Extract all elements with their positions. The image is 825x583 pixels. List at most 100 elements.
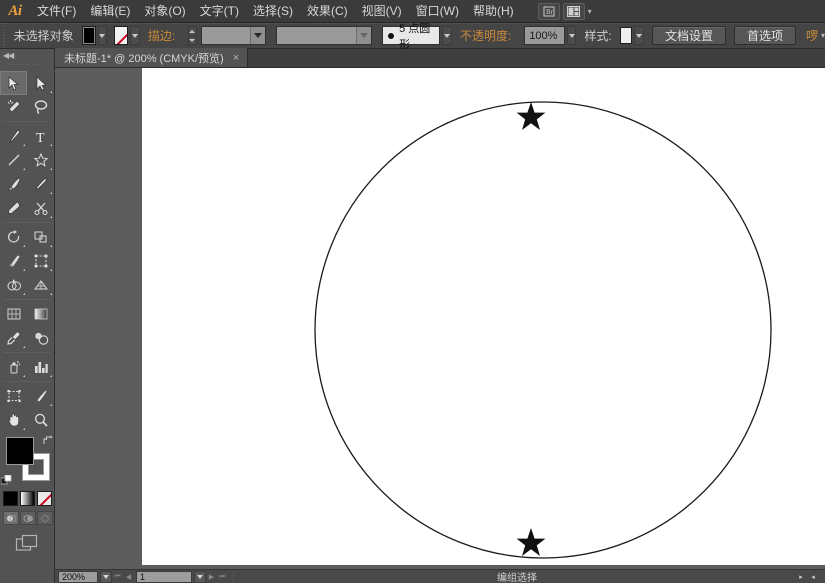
zoom-tool[interactable] — [27, 408, 54, 432]
close-icon[interactable]: × — [233, 52, 239, 64]
fill-swatch[interactable] — [81, 26, 96, 45]
free-transform-tool[interactable] — [27, 249, 54, 273]
fill-color-indicator[interactable] — [6, 437, 34, 465]
document-tab-bar: 未标题-1* @ 200% (CMYK/预览) × — [55, 48, 825, 68]
app-logo: Ai — [8, 2, 22, 19]
brush-preview-icon — [388, 32, 395, 39]
lasso-tool[interactable] — [27, 95, 54, 119]
swap-fill-stroke-icon[interactable] — [42, 435, 53, 446]
status-menu-caret-icon[interactable]: ▸ — [795, 571, 807, 583]
toolbox-grip[interactable] — [8, 62, 46, 68]
magic-wand-tool[interactable] — [0, 95, 27, 119]
artboard-number-input[interactable]: 1 — [136, 570, 192, 583]
zoom-level-input[interactable]: 200% — [58, 570, 98, 583]
menu-select[interactable]: 选择(S) — [246, 0, 300, 23]
menu-effect[interactable]: 效果(C) — [300, 0, 355, 23]
line-segment-tool[interactable] — [0, 148, 27, 172]
opacity-label[interactable]: 不透明度: — [452, 27, 519, 44]
document-tab-title: 未标题-1* @ 200% (CMYK/预览) — [64, 52, 224, 65]
document-tab[interactable]: 未标题-1* @ 200% (CMYK/预览) × — [55, 48, 249, 67]
pen-tool[interactable] — [0, 124, 27, 148]
zoom-level-dropdown[interactable] — [100, 570, 112, 583]
perspective-grid-tool[interactable] — [27, 273, 54, 297]
toolbox-divider — [4, 381, 51, 382]
menu-file[interactable]: 文件(F) — [30, 0, 83, 23]
toolbox-panel: ◀◀ T — [0, 49, 55, 583]
control-bar-overflow-caret-icon[interactable]: ▾ — [821, 31, 825, 40]
stroke-swatch[interactable] — [114, 26, 129, 45]
stroke-weight-caret-icon[interactable] — [249, 27, 265, 44]
paintbrush-tool[interactable] — [0, 172, 27, 196]
blend-tool[interactable] — [27, 326, 54, 350]
artboard-tool[interactable] — [0, 384, 27, 408]
menu-object[interactable]: 对象(O) — [137, 0, 192, 23]
gradient-tool[interactable] — [27, 302, 54, 326]
reflect-scale-tool[interactable] — [27, 225, 54, 249]
graphic-style-dropdown[interactable] — [634, 26, 644, 45]
menu-help[interactable]: 帮助(H) — [466, 0, 521, 23]
brush-dropdown[interactable] — [442, 26, 452, 45]
next-artboard-icon[interactable]: ▶ — [206, 571, 217, 583]
column-graph-tool[interactable] — [27, 355, 54, 379]
draw-behind-mode[interactable] — [19, 511, 36, 525]
stroke-weight-label[interactable]: 描边: — [140, 27, 183, 44]
pencil-tool[interactable] — [27, 172, 54, 196]
stroke-profile-combo[interactable] — [275, 26, 373, 45]
style-label: 样式: — [584, 29, 612, 43]
menu-type[interactable]: 文字(T) — [193, 0, 246, 23]
menu-edit[interactable]: 编辑(E) — [83, 0, 137, 23]
type-tool[interactable]: T — [27, 124, 54, 148]
last-artboard-icon[interactable]: ⏭ — [217, 571, 228, 583]
svg-text:Br: Br — [546, 8, 554, 16]
default-fill-stroke-icon[interactable] — [1, 475, 12, 486]
brush-label: 5 点圆形 — [399, 22, 431, 51]
draw-inside-mode[interactable] — [36, 511, 53, 525]
status-bar: 200% ⏮ ◀ 1 ▶ ⏭ 编组选择 ▸ ◂ — [55, 569, 825, 583]
stroke-profile-caret-icon[interactable] — [356, 27, 372, 44]
illustrator-window: Ai 文件(F) 编辑(E) 对象(O) 文字(T) 选择(S) 效果(C) 视… — [0, 0, 825, 583]
opacity-dropdown[interactable] — [566, 26, 577, 45]
stroke-weight-stepper[interactable] — [188, 26, 197, 45]
document-setup-button[interactable]: 文档设置 — [651, 26, 726, 45]
selection-tool[interactable] — [0, 71, 27, 95]
color-mode-color[interactable] — [3, 491, 18, 506]
zoom-level-value: 200% — [62, 571, 86, 582]
preferences-button[interactable]: 首选项 — [733, 26, 796, 45]
hand-tool[interactable] — [0, 408, 27, 432]
toolbox-collapse-icon[interactable]: ◀◀ — [0, 49, 54, 62]
color-mode-none[interactable] — [37, 491, 52, 506]
fill-dropdown[interactable] — [97, 26, 108, 45]
arrange-caret-icon[interactable]: ▾ — [588, 7, 592, 16]
symbol-sprayer-tool[interactable] — [0, 355, 27, 379]
direct-selection-tool[interactable] — [27, 71, 54, 95]
graphic-style-swatch[interactable] — [619, 27, 633, 44]
draw-normal-mode[interactable] — [2, 511, 19, 525]
blob-brush-tool[interactable] — [0, 196, 27, 220]
width-warp-tool[interactable] — [0, 249, 27, 273]
first-artboard-icon[interactable]: ⏮ — [112, 571, 123, 583]
mesh-tool[interactable] — [0, 302, 27, 326]
rotate-tool[interactable] — [0, 225, 27, 249]
slice-tool[interactable] — [27, 384, 54, 408]
toolbox-grid: T — [0, 71, 55, 432]
opacity-input[interactable]: 100% — [524, 26, 565, 45]
scissors-tool[interactable] — [27, 196, 54, 220]
control-bar-overflow[interactable]: 啰 ▾ — [806, 27, 825, 44]
stroke-weight-combo[interactable] — [200, 26, 266, 45]
change-screen-mode-icon[interactable] — [0, 534, 54, 554]
control-bar-grip[interactable] — [0, 22, 6, 49]
artboard-number-dropdown[interactable] — [194, 570, 206, 583]
eyedropper-tool[interactable] — [0, 326, 27, 350]
selection-status-label: 未选择对象 — [13, 29, 74, 43]
shape-builder-tool[interactable] — [0, 273, 27, 297]
canvas-area[interactable] — [55, 68, 825, 571]
bridge-icon[interactable]: Br — [537, 2, 560, 20]
color-mode-gradient[interactable] — [20, 491, 35, 506]
stroke-dropdown[interactable] — [130, 26, 140, 45]
arrange-documents-icon[interactable] — [562, 2, 585, 20]
brush-definition-combo[interactable]: 5 点圆形 — [382, 23, 441, 51]
prev-artboard-icon[interactable]: ◀ — [123, 571, 134, 583]
star-tool[interactable] — [27, 148, 54, 172]
artboard[interactable] — [142, 68, 825, 565]
scroll-left-icon[interactable]: ◂ — [807, 571, 819, 583]
